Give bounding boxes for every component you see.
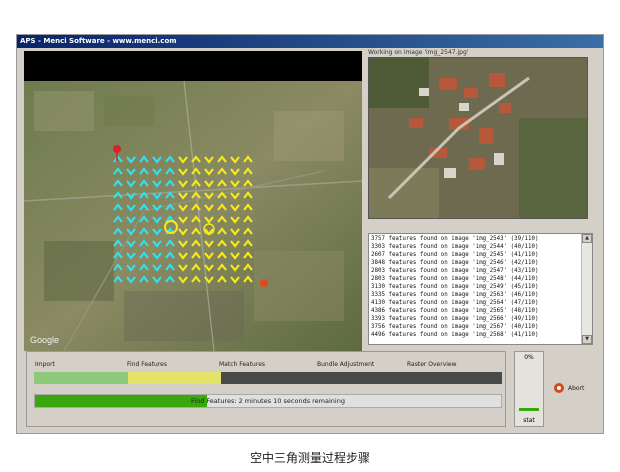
overall-progress-bar: Find Features: 2 minutes 10 seconds rema… [34, 394, 502, 408]
aerial-photo [369, 58, 587, 218]
map-view[interactable]: Google [24, 51, 362, 351]
log-line: 4496 features found on image 'img_2568' … [371, 332, 539, 338]
log-lines: 3757 features found on image 'img_2543' … [371, 235, 580, 339]
log-line: 3848 features found on image 'img_2546' … [371, 260, 539, 266]
abort-button[interactable]: Abort [554, 383, 584, 393]
abort-label: Abort [568, 384, 585, 392]
preview-label: Working on image 'img_2547.jpg' [368, 49, 469, 56]
log-line: 4130 features found on image 'img_2564' … [371, 300, 539, 306]
log-line: 2607 features found on image 'img_2545' … [371, 252, 539, 258]
scroll-down-icon[interactable]: ▼ [582, 335, 592, 344]
image-preview [368, 57, 588, 219]
application-window: APS - Menci Software - www.menci.com Goo… [16, 34, 604, 434]
log-scrollbar[interactable]: ▲ ▼ [581, 234, 592, 344]
stage-match-features-label: Match Features [219, 361, 266, 368]
log-line: 3335 features found on image 'img_2563' … [371, 292, 539, 298]
log-line: 3303 features found on image 'img_2544' … [371, 244, 539, 250]
stage-progress-bar [34, 372, 502, 384]
window-title: APS - Menci Software - www.menci.com [17, 35, 603, 48]
overall-progress-text: Find Features: 2 minutes 10 seconds rema… [191, 397, 345, 405]
abort-icon [554, 383, 564, 393]
log-line: 2803 features found on image 'img_2548' … [371, 276, 539, 282]
stage-find-segment [127, 372, 222, 384]
feature-log[interactable]: 3757 features found on image 'img_2543' … [368, 233, 593, 345]
log-line: 3757 features found on image 'img_2543' … [371, 236, 539, 242]
progress-panel: Import Find Features Match Features Bund… [26, 351, 506, 427]
log-line: 3130 features found on image 'img_2549' … [371, 284, 539, 290]
stage-find-features-label: Find Features [127, 361, 167, 368]
scroll-up-icon[interactable]: ▲ [582, 234, 592, 243]
side-percent: 0% [524, 354, 534, 361]
side-stat-label: stat [523, 417, 535, 424]
log-line: 2803 features found on image 'img_2547' … [371, 268, 539, 274]
stage-bundle-adjustment-label: Bundle Adjustment [317, 361, 375, 368]
stage-import-segment [34, 372, 128, 384]
stage-import-label: Import [35, 361, 55, 368]
log-line: 4386 features found on image 'img_2565' … [371, 308, 539, 314]
log-line: 3756 features found on image 'img_2567' … [371, 324, 539, 330]
map-canvas[interactable]: Google [24, 51, 362, 351]
google-watermark: Google [30, 335, 59, 345]
stage-raster-overview-label: Raster Overview [407, 361, 457, 368]
side-meter: 0% stat [514, 351, 544, 427]
figure-caption: 空中三角测量过程步骤 [249, 451, 370, 465]
log-line: 3393 features found on image 'img_2566' … [371, 316, 539, 322]
side-meter-fill [519, 408, 539, 411]
